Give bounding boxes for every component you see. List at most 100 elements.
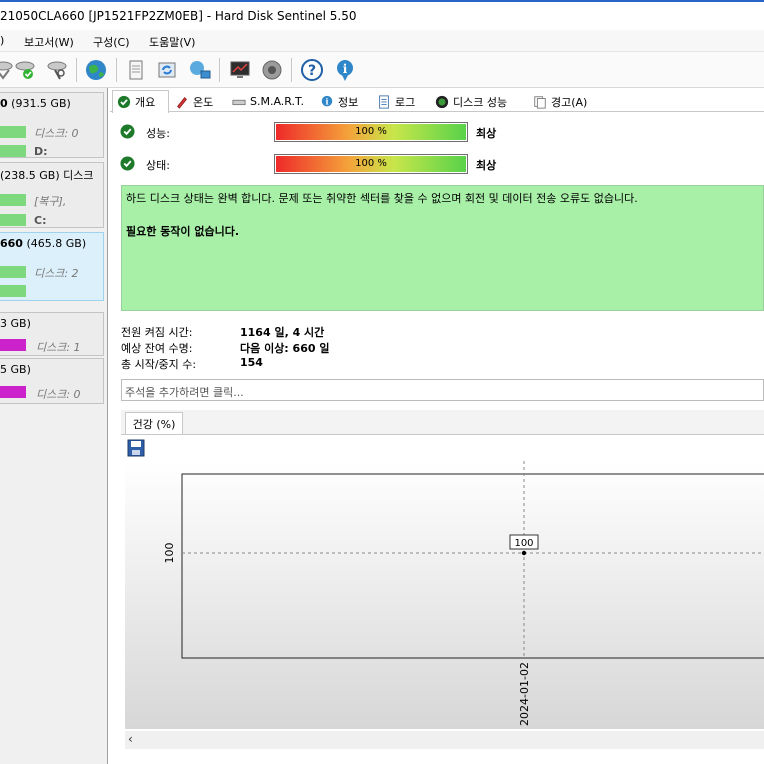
menu-item-report[interactable]: 보고서(W) bbox=[24, 34, 74, 50]
title-bar: 21050CLA660 [JP1521FP2ZM0EB] - Hard Disk… bbox=[0, 0, 764, 30]
performance-row: 성능: 100 % 최상 bbox=[120, 121, 760, 143]
health-graph-pane: 건강 (%) 100 2024-01-02 100 ‹ bbox=[121, 410, 764, 754]
note-input[interactable]: 주석을 추가하려면 클릭... bbox=[121, 379, 764, 401]
disk-item[interactable]: 5 GB) 디스크: 0 bbox=[0, 358, 104, 404]
partition-label: 디스크: 2 bbox=[34, 267, 79, 280]
drive-letter: C: bbox=[34, 214, 47, 227]
tab-temperature[interactable]: 온도 bbox=[170, 90, 226, 112]
data-label: 100 bbox=[514, 538, 533, 549]
tab-alerts[interactable]: 경고(A) bbox=[528, 90, 600, 112]
tab-disk-performance[interactable]: 디스크 성능 bbox=[430, 90, 527, 112]
tab-smart[interactable]: S.M.A.R.T. bbox=[227, 90, 314, 112]
disk-size: (931.5 GB) bbox=[7, 97, 71, 110]
menu-item-help[interactable]: 도움말(V) bbox=[149, 34, 195, 50]
disk-tool-3-icon[interactable] bbox=[44, 57, 70, 83]
svg-text:?: ? bbox=[308, 63, 316, 79]
performance-value: 100 % bbox=[355, 126, 387, 137]
horizontal-scrollbar[interactable]: ‹ bbox=[125, 731, 764, 749]
health-rating: 최상 bbox=[476, 159, 497, 172]
tab-label: 경고(A) bbox=[551, 95, 588, 109]
x-tick-label: 2024-01-02 bbox=[518, 662, 531, 726]
toolbar-separator bbox=[116, 58, 117, 82]
svg-text:i: i bbox=[343, 62, 348, 76]
smart-icon bbox=[232, 99, 246, 105]
performance-rating: 최상 bbox=[476, 127, 497, 140]
info-icon[interactable]: i bbox=[332, 57, 358, 83]
menu-item-partial[interactable]: ) bbox=[0, 34, 4, 47]
speaker-icon[interactable] bbox=[259, 57, 285, 83]
performance-bar-fill: 100 % bbox=[276, 124, 466, 140]
partition-label: 디스크: 1 bbox=[36, 341, 81, 354]
performance-bar: 100 % bbox=[274, 122, 468, 142]
partition-label: 디스크: 0 bbox=[34, 127, 79, 140]
drive-letter: D: bbox=[34, 145, 48, 158]
status-message-box: 하드 디스크 상태는 완벽 합니다. 문제 또는 취약한 섹터를 찾을 수 없으… bbox=[121, 185, 764, 311]
tab-overview[interactable]: 개요 bbox=[112, 90, 169, 113]
action-message: 필요한 동작이 없습니다. bbox=[126, 225, 240, 238]
disk-size: (238.5 GB) 디스크 bbox=[0, 169, 94, 182]
partition-bar bbox=[0, 194, 26, 206]
scroll-left-arrow[interactable]: ‹ bbox=[128, 732, 133, 746]
note-placeholder: 주석을 추가하려면 클릭... bbox=[125, 386, 244, 399]
window-title: 21050CLA660 [JP1521FP2ZM0EB] - Hard Disk… bbox=[0, 9, 357, 23]
thermometer-icon bbox=[177, 96, 187, 109]
network-icon[interactable] bbox=[187, 57, 213, 83]
disk-name: 5 GB) bbox=[0, 363, 31, 376]
partition-label: 디스크: 0 bbox=[36, 388, 81, 401]
tab-label: 디스크 성능 bbox=[453, 95, 508, 109]
tab-label: S.M.A.R.T. bbox=[250, 95, 304, 108]
partition-bar bbox=[0, 214, 26, 226]
refresh-icon[interactable] bbox=[154, 57, 180, 83]
tab-health-graph[interactable]: 건강 (%) bbox=[125, 412, 183, 434]
disk-item-selected[interactable]: 660 (465.8 GB) 디스크: 2 bbox=[0, 232, 104, 301]
status-message: 하드 디스크 상태는 완벽 합니다. 문제 또는 취약한 섹터를 찾을 수 없으… bbox=[126, 192, 638, 205]
info-icon: i bbox=[321, 95, 333, 106]
disk-name-bold: 660 bbox=[0, 237, 23, 250]
toolbar-separator bbox=[219, 58, 220, 82]
document-icon[interactable] bbox=[123, 57, 149, 83]
tab-label: 로그 bbox=[395, 95, 416, 109]
disk-size: 3 GB) bbox=[0, 317, 31, 330]
tab-log[interactable]: 로그 bbox=[372, 90, 428, 112]
start-stop-label: 총 시작/중지 수: bbox=[121, 358, 197, 371]
svg-text:i: i bbox=[326, 97, 329, 106]
health-bar-fill: 100 % bbox=[276, 156, 466, 172]
menu-bar: ) 보고서(W) 구성(C) 도움말(V) bbox=[0, 30, 764, 52]
disk-list-panel: 0 (931.5 GB) 디스크: 0 D: (238.5 GB) 디스크 [복… bbox=[0, 88, 108, 764]
toolbar-separator bbox=[291, 58, 292, 82]
menu-item-config[interactable]: 구성(C) bbox=[93, 34, 130, 50]
partition-bar bbox=[0, 126, 26, 138]
tab-label: 온도 bbox=[193, 95, 214, 109]
lifetime-label: 예상 잔여 수명: bbox=[121, 342, 193, 355]
health-bar: 100 % bbox=[274, 154, 468, 174]
disk-item[interactable]: 0 (931.5 GB) 디스크: 0 D: bbox=[0, 92, 104, 158]
disk-tool-2-icon[interactable] bbox=[12, 57, 38, 83]
main-panel: 개요 온도 S.M.A.R.T. i 정보 로그 디스크 성능 경고(A) 성능… bbox=[110, 88, 764, 764]
partition-bar bbox=[0, 386, 26, 398]
log-icon bbox=[379, 94, 389, 109]
health-chart: 100 2024-01-02 100 bbox=[125, 461, 764, 729]
disk-item[interactable]: (238.5 GB) 디스크 [복구], C: bbox=[0, 162, 104, 228]
check-icon bbox=[117, 95, 131, 109]
tab-label: 개요 bbox=[135, 96, 156, 109]
partition-bar bbox=[0, 266, 26, 278]
disk-size: 5 GB) bbox=[0, 363, 31, 376]
monitor-icon[interactable] bbox=[227, 57, 253, 83]
tab-bar: 개요 온도 S.M.A.R.T. i 정보 로그 디스크 성능 경고(A) bbox=[110, 90, 764, 113]
disk-name: 660 (465.8 GB) bbox=[0, 237, 86, 250]
disk-item[interactable]: 3 GB) 디스크: 1 bbox=[0, 312, 104, 356]
check-icon bbox=[120, 156, 135, 171]
health-value: 100 % bbox=[355, 158, 387, 169]
graph-body: 100 2024-01-02 100 ‹ bbox=[121, 434, 764, 754]
disk-size: (465.8 GB) bbox=[22, 237, 87, 250]
help-icon[interactable]: ? bbox=[299, 57, 325, 83]
disk-name: 3 GB) bbox=[0, 317, 31, 330]
power-on-value: 1164 일, 4 시간 bbox=[240, 326, 325, 339]
partition-bar bbox=[0, 145, 26, 157]
tab-info[interactable]: i 정보 bbox=[315, 90, 371, 112]
performance-label: 성능: bbox=[146, 127, 170, 140]
toolbar: ? i bbox=[0, 52, 764, 88]
globe-icon[interactable] bbox=[83, 57, 109, 83]
tab-label: 정보 bbox=[338, 95, 359, 109]
save-icon[interactable] bbox=[127, 439, 145, 457]
